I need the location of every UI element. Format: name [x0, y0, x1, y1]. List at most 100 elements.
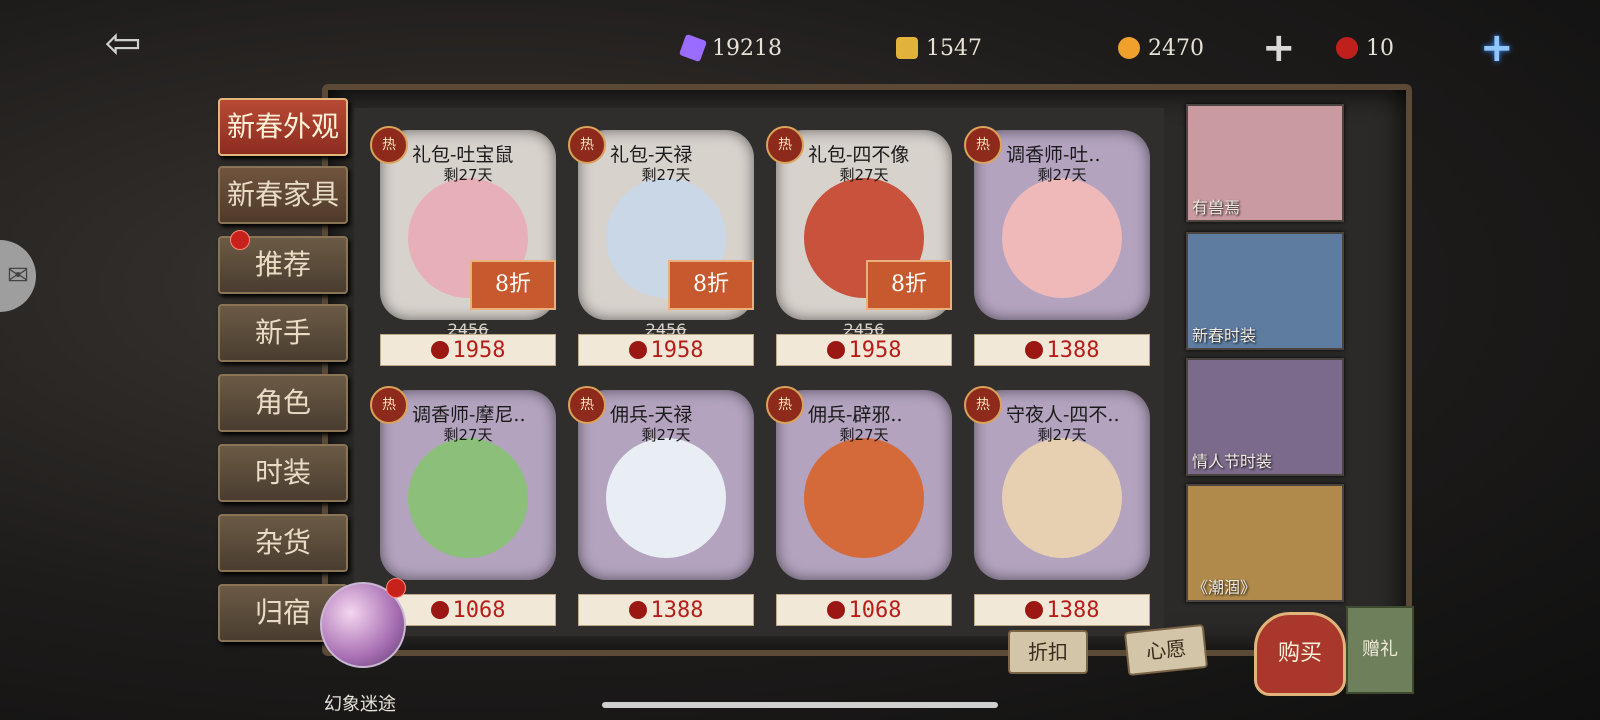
orb-label: 幻象迷途: [324, 694, 396, 715]
home-indicator[interactable]: [602, 702, 998, 708]
puzzle-count: 1547: [926, 35, 982, 61]
menu-characters[interactable]: 角色: [218, 374, 348, 432]
item-art: [1002, 178, 1122, 298]
shop-item-card[interactable]: 礼包-吐宝鼠 剩27天 热 8折 2456 1958: [370, 126, 556, 366]
add-echo-button[interactable]: +: [1480, 28, 1514, 68]
item-days-left: 剩27天: [1037, 166, 1087, 184]
item-title: 礼包-天禄: [610, 144, 693, 166]
red-seal-icon: [430, 341, 449, 359]
item-art: [408, 438, 528, 558]
item-days-left: 剩27天: [839, 166, 889, 184]
menu-costumes[interactable]: 时装: [218, 444, 348, 502]
banner-you-shou-yan[interactable]: 有兽焉: [1186, 104, 1344, 222]
price-value: 1958: [452, 337, 506, 363]
discount-badge: 8折: [668, 260, 754, 310]
price-tag: 1388: [578, 594, 754, 626]
wishlist-button[interactable]: 心愿: [1123, 623, 1209, 677]
currency-echo: 10: [1336, 30, 1394, 66]
item-days-left: 剩27天: [839, 426, 889, 444]
clue-coin-icon: [1118, 37, 1140, 59]
item-days-left: 剩27天: [641, 166, 691, 184]
red-seal-icon: [628, 601, 647, 619]
banner-label: 情人节时装: [1192, 452, 1273, 471]
menu-new-year-outfits[interactable]: 新春外观: [218, 98, 348, 156]
discount-badge: 8折: [470, 260, 556, 310]
discount-badge: 8折: [866, 260, 952, 310]
currency-gems: 19218: [678, 30, 782, 66]
red-seal-icon: [826, 341, 845, 359]
hot-badge: 热: [568, 386, 606, 424]
price-value: 1958: [848, 337, 902, 363]
discount-filter-button[interactable]: 折扣: [1008, 630, 1088, 674]
item-title: 调香师-摩尼..: [412, 404, 526, 426]
price-tag: 1388: [974, 334, 1150, 366]
item-title: 礼包-四不像: [808, 144, 910, 166]
gift-button[interactable]: 赠礼: [1346, 606, 1414, 694]
item-title: 调香师-吐..: [1006, 144, 1101, 166]
echo-count: 10: [1366, 35, 1394, 61]
item-art: [1002, 438, 1122, 558]
exit-door-icon[interactable]: ⇦: [88, 14, 158, 74]
item-art: [606, 438, 726, 558]
currency-clue: 2470: [1118, 30, 1204, 66]
add-clue-button[interactable]: +: [1262, 28, 1296, 68]
hot-badge: 热: [568, 126, 606, 164]
hot-badge: 热: [766, 126, 804, 164]
red-seal-icon: [1336, 37, 1358, 59]
shop-item-card[interactable]: 调香师-吐.. 剩27天 热 1388: [964, 126, 1150, 366]
puzzle-icon: [896, 37, 918, 59]
gem-count: 19218: [712, 35, 782, 61]
price-value: 1068: [848, 597, 902, 623]
red-seal-icon: [1024, 341, 1043, 359]
buy-button[interactable]: 购买: [1254, 612, 1346, 696]
red-seal-icon: [628, 341, 647, 359]
shop-item-card[interactable]: 调香师-摩尼.. 剩27天 热 1068: [370, 386, 556, 626]
hot-badge: 热: [766, 386, 804, 424]
side-drawer-icon[interactable]: ✉: [0, 240, 36, 312]
price-tag: 1068: [776, 594, 952, 626]
item-days-left: 剩27天: [443, 166, 493, 184]
banner-label: 《潮涸》: [1192, 578, 1257, 597]
price-tag: 1958: [578, 334, 754, 366]
menu-new-year-furniture[interactable]: 新春家具: [218, 166, 348, 224]
banner-valentine-costumes[interactable]: 情人节时装: [1186, 358, 1344, 476]
red-seal-icon: [430, 601, 449, 619]
hot-badge: 热: [964, 126, 1002, 164]
shop-item-card[interactable]: 礼包-天禄 剩27天 热 8折 2456 1958: [568, 126, 754, 366]
item-title: 佣兵-辟邪..: [808, 404, 903, 426]
banner-chao-hui[interactable]: 《潮涸》: [1186, 484, 1344, 602]
shop-item-card[interactable]: 礼包-四不像 剩27天 热 8折 2456 1958: [766, 126, 952, 366]
price-value: 1068: [452, 597, 506, 623]
hot-badge: 热: [370, 386, 408, 424]
shop-item-card[interactable]: 佣兵-辟邪.. 剩27天 热 1068: [766, 386, 952, 626]
price-value: 1388: [1046, 597, 1100, 623]
purple-gem-icon: [678, 33, 708, 63]
menu-newbie[interactable]: 新手: [218, 304, 348, 362]
menu-misc[interactable]: 杂货: [218, 514, 348, 572]
price-tag: 1068: [380, 594, 556, 626]
banner-new-year-costumes[interactable]: 新春时装: [1186, 232, 1344, 350]
item-title: 守夜人-四不..: [1006, 404, 1120, 426]
notification-dot: [230, 230, 250, 250]
price-value: 1388: [650, 597, 704, 623]
item-art: [804, 438, 924, 558]
red-seal-icon: [826, 601, 845, 619]
item-title: 佣兵-天禄: [610, 404, 693, 426]
currency-puzzle: 1547: [896, 30, 982, 66]
item-title: 礼包-吐宝鼠: [412, 144, 514, 166]
notification-dot: [386, 578, 406, 598]
price-tag: 1388: [974, 594, 1150, 626]
item-days-left: 剩27天: [641, 426, 691, 444]
price-value: 1388: [1046, 337, 1100, 363]
price-tag: 1958: [380, 334, 556, 366]
clue-count: 2470: [1148, 35, 1204, 61]
price-tag: 1958: [776, 334, 952, 366]
item-days-left: 剩27天: [1037, 426, 1087, 444]
shop-item-card[interactable]: 守夜人-四不.. 剩27天 热 1388: [964, 386, 1150, 626]
shop-item-card[interactable]: 佣兵-天禄 剩27天 热 1388: [568, 386, 754, 626]
item-days-left: 剩27天: [443, 426, 493, 444]
hot-badge: 热: [964, 386, 1002, 424]
red-seal-icon: [1024, 601, 1043, 619]
banner-label: 新春时装: [1192, 326, 1257, 345]
banner-label: 有兽焉: [1192, 198, 1241, 217]
